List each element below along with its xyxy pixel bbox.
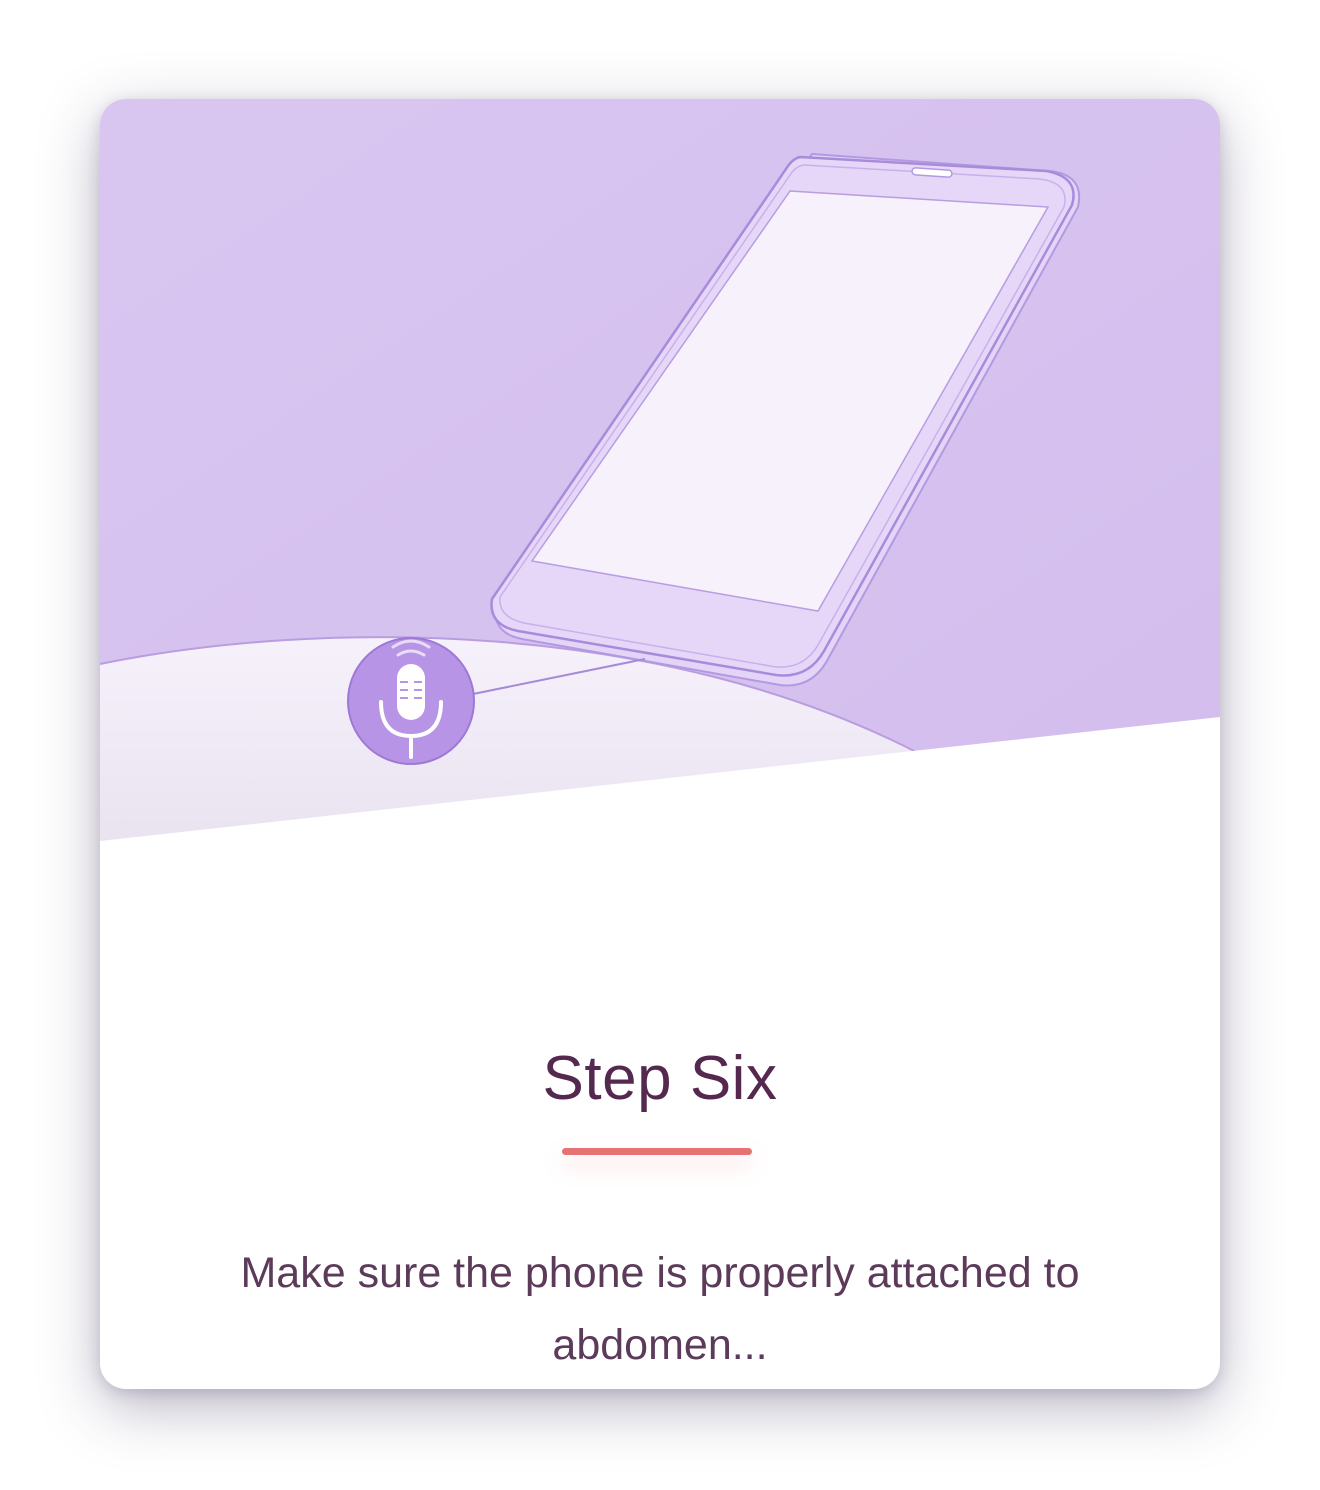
- page: Step Six Make sure the phone is properly…: [0, 0, 1320, 1490]
- microphone-icon: [347, 637, 475, 765]
- step-description: Make sure the phone is properly attached…: [240, 1249, 1080, 1369]
- title-underline: [562, 1148, 752, 1155]
- step-content: Step Six Make sure the phone is properly…: [100, 839, 1220, 1389]
- step-title: Step Six: [542, 1044, 778, 1113]
- step-card: Step Six Make sure the phone is properly…: [100, 99, 1220, 1389]
- step-illustration: [100, 99, 1220, 859]
